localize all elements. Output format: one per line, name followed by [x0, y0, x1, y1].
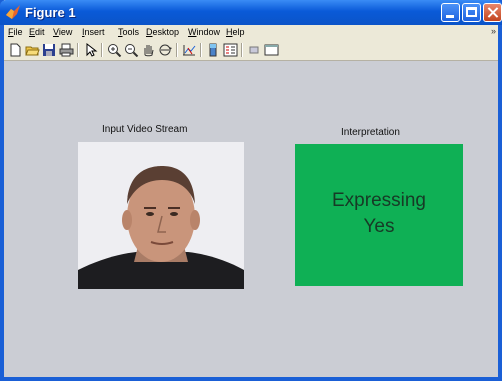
- menu-overflow-icon[interactable]: »: [491, 26, 496, 36]
- menu-view[interactable]: View: [53, 27, 72, 37]
- data-cursor-icon[interactable]: [182, 43, 197, 57]
- toolbar-separator: [200, 43, 202, 57]
- title-bar[interactable]: Figure 1: [0, 0, 502, 25]
- figure-window: Figure 1 File Edit View Insert Tools Des…: [0, 0, 502, 381]
- menu-help[interactable]: Help: [226, 27, 245, 37]
- menu-tools[interactable]: Tools: [118, 27, 139, 37]
- pointer-icon[interactable]: [83, 43, 98, 57]
- window-title: Figure 1: [25, 5, 76, 20]
- menu-insert[interactable]: Insert: [82, 27, 105, 37]
- interpretation-panel: Expressing Yes: [295, 144, 463, 286]
- matlab-logo-icon: [6, 5, 20, 19]
- video-frame-image: [78, 142, 244, 289]
- interpretation-axis-title: Interpretation: [341, 127, 400, 138]
- pan-hand-icon[interactable]: [141, 43, 156, 57]
- toolbar-separator: [77, 43, 79, 57]
- close-button[interactable]: [483, 3, 502, 22]
- interpretation-line-1: Expressing: [332, 190, 426, 211]
- video-axis-title: Input Video Stream: [102, 124, 188, 135]
- rotate-3d-icon[interactable]: [158, 43, 173, 57]
- menu-desktop[interactable]: Desktop: [146, 27, 179, 37]
- menu-window[interactable]: Window: [188, 27, 220, 37]
- menu-bar: File Edit View Insert Tools Desktop Wind…: [4, 25, 498, 40]
- toolbar-separator: [241, 43, 243, 57]
- toolbar-separator: [101, 43, 103, 57]
- zoom-in-icon[interactable]: [107, 43, 122, 57]
- show-plot-tools-icon[interactable]: [264, 43, 279, 57]
- minimize-button[interactable]: [441, 3, 460, 22]
- figure-canvas: Input Video Stream Interpretation Expres…: [4, 61, 498, 377]
- zoom-out-icon[interactable]: [124, 43, 139, 57]
- colorbar-icon[interactable]: [206, 43, 221, 57]
- open-folder-icon[interactable]: [25, 43, 40, 57]
- print-icon[interactable]: [59, 43, 74, 57]
- menu-edit[interactable]: Edit: [29, 27, 45, 37]
- maximize-button[interactable]: [462, 3, 481, 22]
- interpretation-line-2: Yes: [363, 216, 395, 237]
- legend-icon[interactable]: [223, 43, 238, 57]
- hide-plot-tools-icon[interactable]: [247, 43, 262, 57]
- menu-file[interactable]: File: [8, 27, 23, 37]
- figure-toolbar: [4, 40, 498, 61]
- new-file-icon[interactable]: [8, 43, 23, 57]
- toolbar-separator: [176, 43, 178, 57]
- save-icon[interactable]: [42, 43, 57, 57]
